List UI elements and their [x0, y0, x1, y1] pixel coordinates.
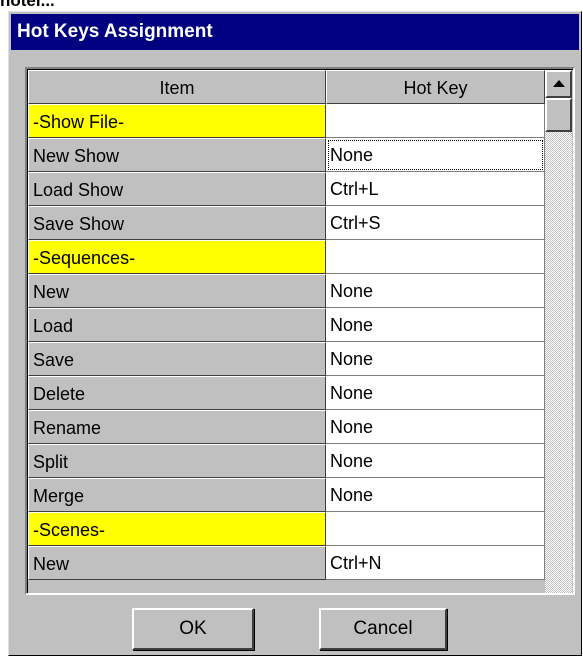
ok-button[interactable]: OK	[132, 608, 254, 650]
item-cell[interactable]: Split	[28, 444, 326, 478]
hotkey-cell[interactable]	[326, 104, 545, 138]
hotkey-cell[interactable]: None	[326, 138, 545, 172]
hotkey-cell[interactable]	[326, 240, 545, 274]
background-window-text: hotel...	[0, 0, 55, 10]
vertical-scrollbar[interactable]	[545, 70, 572, 593]
item-cell[interactable]: Load	[28, 308, 326, 342]
scroll-thumb[interactable]	[545, 98, 572, 132]
table-row[interactable]: Save None	[28, 342, 545, 376]
table-row[interactable]: -Show File-	[28, 104, 545, 138]
item-cell[interactable]: Load Show	[28, 172, 326, 206]
scroll-up-arrow-icon	[553, 80, 565, 87]
hotkey-cell[interactable]: None	[326, 478, 545, 512]
column-header-item[interactable]: Item	[28, 70, 326, 104]
item-cell[interactable]: New Show	[28, 138, 326, 172]
item-cell[interactable]: Rename	[28, 410, 326, 444]
table-row[interactable]: Delete None	[28, 376, 545, 410]
scroll-up-button[interactable]	[545, 70, 572, 98]
hotkey-cell[interactable]: None	[326, 376, 545, 410]
grid-cells: Item Hot Key -Show File- New Show None Load…	[28, 70, 545, 593]
hotkey-cell[interactable]: None	[326, 410, 545, 444]
section-header-cell[interactable]: -Sequences-	[28, 240, 326, 274]
table-row[interactable]: Load Show Ctrl+L	[28, 172, 545, 206]
hotkey-cell[interactable]: Ctrl+N	[326, 546, 545, 580]
item-cell[interactable]: New	[28, 274, 326, 308]
item-cell[interactable]: Merge	[28, 478, 326, 512]
table-row[interactable]: Split None	[28, 444, 545, 478]
hotkey-cell[interactable]	[326, 512, 545, 546]
hotkey-cell[interactable]: None	[326, 444, 545, 478]
table-row[interactable]: Merge None	[28, 478, 545, 512]
table-row[interactable]: Rename None	[28, 410, 545, 444]
hotkeys-grid: Item Hot Key -Show File- New Show None Load…	[25, 67, 575, 595]
table-row[interactable]: Load None	[28, 308, 545, 342]
section-header-cell[interactable]: -Show File-	[28, 104, 326, 138]
hotkey-cell[interactable]: None	[326, 274, 545, 308]
table-row[interactable]: -Sequences-	[28, 240, 545, 274]
hotkeys-dialog: Hot Keys Assignment Item Hot Key -Show F…	[8, 11, 582, 656]
dialog-title: Hot Keys Assignment	[11, 14, 579, 50]
section-header-cell[interactable]: -Scenes-	[28, 512, 326, 546]
table-row[interactable]: -Scenes-	[28, 512, 545, 546]
item-cell[interactable]: New	[28, 546, 326, 580]
hotkey-cell[interactable]: Ctrl+L	[326, 172, 545, 206]
item-cell[interactable]: Save	[28, 342, 326, 376]
table-row[interactable]: Save Show Ctrl+S	[28, 206, 545, 240]
hotkey-cell[interactable]: Ctrl+S	[326, 206, 545, 240]
item-cell[interactable]: Save Show	[28, 206, 326, 240]
cancel-button[interactable]: Cancel	[319, 608, 447, 650]
hotkey-cell[interactable]: None	[326, 308, 545, 342]
column-header-hotkey[interactable]: Hot Key	[326, 70, 545, 104]
item-cell[interactable]: Delete	[28, 376, 326, 410]
grid-header-row: Item Hot Key	[28, 70, 545, 104]
table-row[interactable]: New Ctrl+N	[28, 546, 545, 580]
table-row[interactable]: New Show None	[28, 138, 545, 172]
hotkey-cell[interactable]: None	[326, 342, 545, 376]
table-row[interactable]: New None	[28, 274, 545, 308]
